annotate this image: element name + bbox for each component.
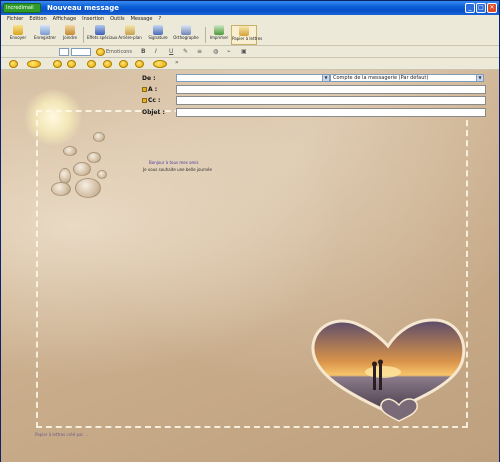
more-emoticons-icon[interactable]: » xyxy=(175,59,179,67)
effects-label: Effets spéciaux xyxy=(87,35,118,40)
contacts-icon xyxy=(142,87,147,92)
stationery-footer-note: Papier à lettres créé par ... xyxy=(35,432,89,437)
save-label: Enregistrer xyxy=(33,35,57,40)
stationery-icon xyxy=(239,26,249,36)
main-toolbar: Envoyer Enregistrer Joindre Effets spéci… xyxy=(1,24,499,46)
emoticons-button[interactable]: Emoticons xyxy=(106,48,132,56)
italic-button[interactable]: I xyxy=(155,48,157,56)
chevron-down-icon: ▼ xyxy=(322,75,329,81)
font-size-select[interactable] xyxy=(71,48,91,56)
message-body[interactable]: De : ▼ Compte de la messagerie (Par défa… xyxy=(1,70,499,462)
smiley-icon[interactable] xyxy=(9,60,18,68)
background-button[interactable]: Arrière-plan xyxy=(117,25,143,45)
emoticon-toolbar: » xyxy=(1,58,499,70)
smiley-icon[interactable] xyxy=(87,60,96,68)
smiley-icon[interactable] xyxy=(135,60,144,68)
send-icon xyxy=(13,25,23,35)
from-label: De : xyxy=(142,75,156,82)
menu-tools[interactable]: Outils xyxy=(110,15,124,24)
from-select[interactable]: ▼ xyxy=(176,74,330,82)
animated-smiley-icon[interactable] xyxy=(153,60,167,68)
spell-button[interactable]: Orthographe xyxy=(173,25,199,45)
window-controls: _ □ ✕ xyxy=(465,3,497,13)
title-bar[interactable]: Incredimail Nouveau message _ □ ✕ xyxy=(1,1,499,15)
to-field[interactable] xyxy=(176,85,486,94)
print-button[interactable]: Imprimer xyxy=(209,25,229,45)
smiley-icon[interactable] xyxy=(103,60,112,68)
chevron-down-icon: ▼ xyxy=(476,75,483,81)
emoticons-icon xyxy=(96,48,105,56)
attach-label: Joindre xyxy=(63,35,77,40)
menu-bar: Fichier Edition Affichage Insertion Outi… xyxy=(1,15,499,24)
subject-field[interactable] xyxy=(176,108,486,117)
effects-icon xyxy=(95,25,105,35)
close-button[interactable]: ✕ xyxy=(487,3,497,13)
spell-label: Orthographe xyxy=(173,35,199,40)
maximize-button[interactable]: □ xyxy=(476,3,486,13)
toolbar-divider xyxy=(83,27,84,43)
smiley-icon[interactable] xyxy=(67,60,76,68)
menu-insert[interactable]: Insertion xyxy=(82,15,104,24)
signature-button[interactable]: Signature xyxy=(147,25,169,45)
effects-button[interactable]: Effets spéciaux xyxy=(87,25,118,45)
menu-view[interactable]: Affichage xyxy=(53,15,77,24)
subject-label: Objet : xyxy=(142,109,165,116)
globe-icon[interactable]: ◍ xyxy=(213,48,218,56)
smiley-icon[interactable] xyxy=(119,60,128,68)
contacts-icon xyxy=(142,98,147,103)
save-button[interactable]: Enregistrer xyxy=(33,25,57,45)
send-button[interactable]: Envoyer xyxy=(7,25,29,45)
account-select[interactable]: Compte de la messagerie (Par défaut) ▼ xyxy=(330,74,484,82)
cc-field[interactable] xyxy=(176,96,486,105)
compose-window: Incredimail Nouveau message _ □ ✕ Fichie… xyxy=(0,0,500,462)
menu-message[interactable]: Message xyxy=(131,15,153,24)
background-label: Arrière-plan xyxy=(118,35,142,40)
animated-smiley-icon[interactable] xyxy=(27,60,41,68)
menu-help[interactable]: ? xyxy=(159,15,162,24)
bold-button[interactable]: B xyxy=(141,48,146,56)
greeting-line-2: Je vous souhaite une belle journée xyxy=(143,167,212,172)
heart-small-image xyxy=(380,398,418,422)
toolbar-divider xyxy=(205,27,206,43)
spell-icon xyxy=(181,25,191,35)
menu-file[interactable]: Fichier xyxy=(7,15,23,24)
stationery-button[interactable]: Papier à lettres xyxy=(231,25,263,45)
font-color-icon[interactable]: ✎ xyxy=(183,48,188,56)
save-icon xyxy=(40,25,50,35)
underline-button[interactable]: U xyxy=(169,48,173,56)
align-icon[interactable]: ≡ xyxy=(197,48,202,56)
greeting-line-1: Bonjour à tous mes amis xyxy=(149,160,199,165)
font-name-select[interactable] xyxy=(59,48,69,56)
attach-icon xyxy=(65,25,75,35)
signature-label: Signature xyxy=(148,35,168,40)
smiley-icon[interactable] xyxy=(53,60,62,68)
send-label: Envoyer xyxy=(9,35,27,40)
app-badge[interactable]: Incredimail xyxy=(3,3,41,13)
window-title: Nouveau message xyxy=(47,4,119,12)
print-icon xyxy=(214,25,224,35)
stationery-label: Papier à lettres xyxy=(232,36,263,41)
format-toolbar: Emoticons B I U ✎ ≡ ◍ ⌁ ▣ xyxy=(1,46,499,58)
account-value: Compte de la messagerie (Par défaut) xyxy=(333,75,429,81)
background-icon xyxy=(125,25,135,35)
menu-edit[interactable]: Edition xyxy=(29,15,46,24)
to-label[interactable]: A : xyxy=(142,85,157,94)
minimize-button[interactable]: _ xyxy=(465,3,475,13)
signature-icon xyxy=(153,25,163,35)
attach-button[interactable]: Joindre xyxy=(61,25,79,45)
image-icon[interactable]: ▣ xyxy=(241,48,247,56)
print-label: Imprimer xyxy=(209,35,229,40)
link-icon[interactable]: ⌁ xyxy=(227,48,231,56)
cc-label[interactable]: Cc : xyxy=(142,96,160,105)
